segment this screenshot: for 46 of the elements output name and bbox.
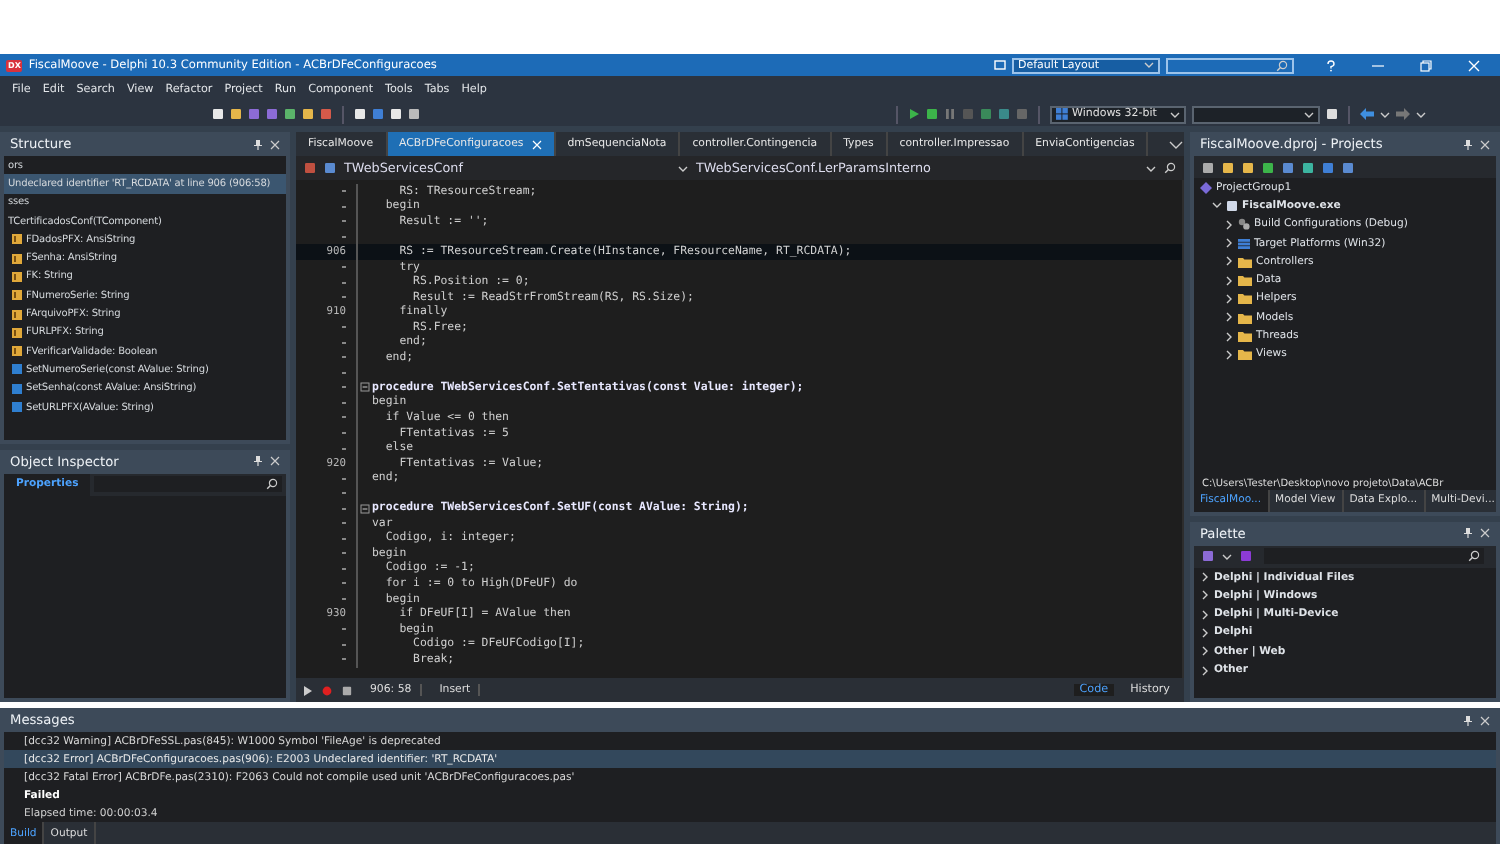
pin-icon[interactable] — [1464, 528, 1472, 539]
field-icon — [12, 271, 22, 282]
chevron-down-icon[interactable] — [1212, 200, 1222, 211]
close-icon[interactable] — [1480, 528, 1490, 539]
close-icon[interactable] — [1480, 139, 1490, 149]
pin-icon[interactable] — [254, 456, 262, 467]
chevron-down-icon[interactable] — [1416, 109, 1426, 119]
search-icon[interactable] — [1468, 550, 1480, 563]
field-icon — [12, 346, 22, 357]
chevron-down-icon[interactable] — [1146, 163, 1156, 173]
chevron-down-icon[interactable] — [678, 163, 688, 173]
fold-icon[interactable] — [360, 503, 370, 514]
pause-icon[interactable] — [944, 108, 956, 120]
project-group-icon — [1200, 181, 1212, 194]
search-icon[interactable] — [1164, 162, 1176, 174]
chevron-down-icon[interactable] — [1304, 109, 1314, 119]
stack-icon — [1238, 237, 1250, 250]
search-icon[interactable] — [266, 478, 278, 491]
record-icon[interactable] — [322, 685, 332, 695]
close-icon[interactable] — [1480, 715, 1490, 725]
gears-icon — [1238, 218, 1250, 231]
pin-icon[interactable] — [1464, 715, 1472, 725]
field-icon — [12, 234, 22, 245]
fold-icon[interactable] — [360, 382, 370, 393]
monitor-icon[interactable] — [994, 59, 1006, 71]
field-icon — [12, 309, 22, 320]
run-icon[interactable] — [908, 108, 920, 120]
chevron-down-icon[interactable] — [1222, 551, 1232, 562]
pin-icon[interactable] — [1464, 139, 1472, 149]
close-icon[interactable] — [270, 139, 280, 149]
back-arrow-icon[interactable] — [1360, 108, 1374, 120]
search-field[interactable] — [94, 476, 282, 493]
forward-arrow-icon[interactable] — [1396, 108, 1410, 120]
pin-icon[interactable] — [254, 139, 262, 149]
close-icon[interactable] — [270, 456, 280, 467]
field-icon — [12, 290, 22, 301]
search-field[interactable] — [1264, 548, 1484, 565]
chevron-down-icon[interactable] — [1380, 109, 1390, 119]
play-icon[interactable] — [304, 685, 312, 695]
help-icon[interactable] — [1326, 59, 1336, 71]
search-field[interactable] — [1166, 57, 1294, 73]
minimize-icon[interactable] — [1372, 59, 1384, 71]
chevron-down-icon[interactable] — [1170, 109, 1180, 119]
restore-icon[interactable] — [1420, 59, 1432, 71]
field-icon — [12, 253, 22, 264]
field-icon — [12, 327, 22, 338]
